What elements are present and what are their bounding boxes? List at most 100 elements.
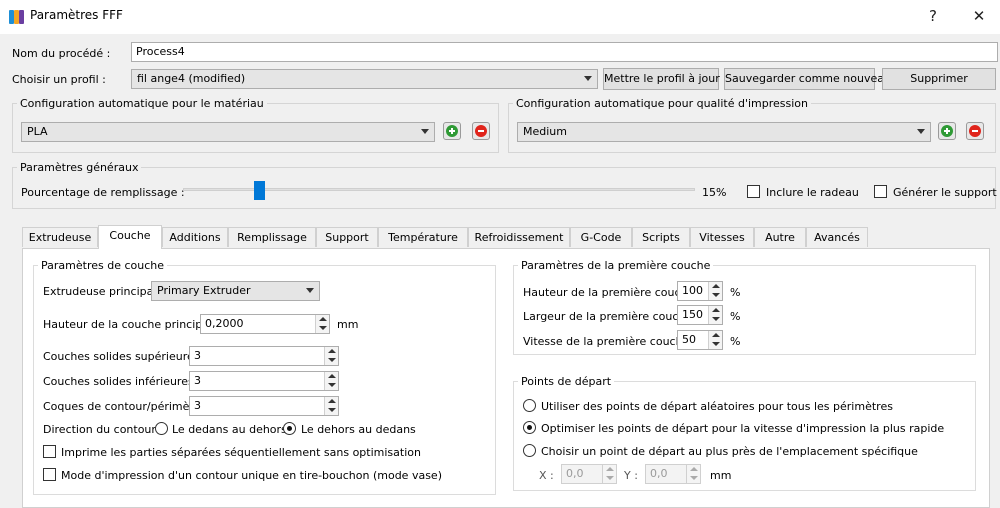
spin-buttons[interactable] (708, 282, 722, 300)
first-speed-spinbox[interactable]: 50 (677, 330, 723, 350)
infill-slider-handle[interactable] (254, 181, 266, 200)
random-start-label: Utiliser des points de départ aléatoires… (541, 400, 893, 413)
spin-down-icon (328, 408, 336, 412)
profile-label: Choisir un profil : (12, 73, 106, 86)
material-selected: PLA (27, 125, 48, 138)
spin-buttons[interactable] (324, 397, 338, 415)
first-width-unit: % (730, 310, 741, 323)
primary-extruder-dropdown[interactable]: Primary Extruder (151, 281, 320, 301)
vase-mode-checkbox[interactable] (43, 468, 56, 481)
spin-buttons[interactable] (324, 372, 338, 390)
tab-extrudeuse[interactable]: Extrudeuse (22, 227, 98, 247)
support-checkbox[interactable] (874, 185, 887, 198)
spin-up-icon (712, 333, 720, 337)
profile-selected: fil ange4 (modified) (137, 72, 246, 85)
help-button[interactable]: ? (910, 0, 956, 32)
tab-couche[interactable]: Couche (98, 225, 162, 249)
spin-buttons[interactable] (708, 306, 722, 324)
first-speed-value: 50 (682, 333, 696, 346)
xy-unit: mm (710, 469, 732, 482)
remove-icon (969, 125, 981, 137)
first-height-spinbox[interactable]: 100 (677, 281, 723, 301)
tab-remplissage[interactable]: Remplissage (228, 227, 316, 247)
tab-scripts[interactable]: Scripts (632, 227, 690, 247)
first-width-value: 150 (682, 308, 703, 321)
tab-gcode[interactable]: G-Code (570, 227, 632, 247)
material-dropdown[interactable]: PLA (21, 122, 435, 142)
profile-dropdown[interactable]: fil ange4 (modified) (131, 69, 598, 89)
perimeter-label: Coques de contour/périmètre (43, 400, 205, 413)
spin-down-icon (606, 476, 614, 480)
add-quality-button[interactable] (938, 122, 956, 140)
process-name-input[interactable]: Process4 (131, 42, 998, 62)
layer-settings-title: Paramètres de couche (38, 259, 167, 272)
quality-auto-title: Configuration automatique pour qualité d… (513, 97, 812, 110)
spin-up-icon (712, 284, 720, 288)
spin-down-icon (712, 293, 720, 297)
spin-buttons[interactable] (324, 347, 338, 365)
perimeter-spinbox[interactable]: 3 (189, 396, 339, 416)
first-layer-title: Paramètres de la première couche (518, 259, 714, 272)
raft-checkbox[interactable] (747, 185, 760, 198)
chevron-down-icon (917, 129, 925, 134)
tab-vitesses[interactable]: Vitesses (690, 227, 754, 247)
sequential-checkbox[interactable] (43, 445, 56, 458)
chevron-down-icon (584, 76, 592, 81)
remove-material-button[interactable] (472, 122, 490, 140)
outside-in-radio[interactable] (283, 422, 296, 435)
first-height-value: 100 (682, 284, 703, 297)
quality-dropdown[interactable]: Medium (517, 122, 931, 142)
bottom-solid-spinbox[interactable]: 3 (189, 371, 339, 391)
add-material-button[interactable] (443, 122, 461, 140)
spin-buttons[interactable] (602, 465, 616, 483)
bottom-solid-value: 3 (194, 374, 201, 387)
general-settings-title: Paramètres généraux (17, 161, 142, 174)
spin-buttons[interactable] (315, 315, 329, 333)
spin-down-icon (328, 358, 336, 362)
x-spinbox[interactable]: 0,0 (561, 464, 617, 484)
optimize-start-radio[interactable] (523, 421, 536, 434)
inside-out-radio[interactable] (155, 422, 168, 435)
spin-up-icon (328, 399, 336, 403)
save-as-new-button[interactable]: Sauvegarder comme nouveau (724, 68, 891, 90)
tab-refroidissement[interactable]: Refroidissement (468, 227, 570, 247)
direction-label: Direction du contour : (43, 423, 164, 436)
y-label: Y : (624, 469, 638, 482)
random-start-radio[interactable] (523, 399, 536, 412)
tab-support[interactable]: Support (316, 227, 378, 247)
chevron-down-icon (421, 129, 429, 134)
tab-autre[interactable]: Autre (754, 227, 806, 247)
spin-up-icon (606, 467, 614, 471)
infill-value: 15% (702, 186, 727, 199)
tab-avances[interactable]: Avancés (806, 227, 868, 247)
primary-height-spinbox[interactable]: 0,2000 (200, 314, 330, 334)
close-icon[interactable]: ✕ (956, 0, 1000, 32)
window-title: Paramètres FFF (30, 8, 123, 22)
spin-down-icon (712, 342, 720, 346)
spin-down-icon (319, 326, 327, 330)
tab-additions[interactable]: Additions (162, 227, 228, 247)
first-speed-label: Vitesse de la première couche (523, 335, 690, 348)
y-spinbox[interactable]: 0,0 (645, 464, 701, 484)
start-points-title: Points de départ (518, 375, 615, 388)
update-profile-button[interactable]: Mettre le profil à jour (603, 68, 720, 90)
top-solid-value: 3 (194, 349, 201, 362)
spin-buttons[interactable] (708, 331, 722, 349)
top-solid-spinbox[interactable]: 3 (189, 346, 339, 366)
spin-up-icon (319, 317, 327, 321)
quality-selected: Medium (523, 125, 567, 138)
spin-buttons[interactable] (686, 465, 700, 483)
first-speed-unit: % (730, 335, 741, 348)
first-width-spinbox[interactable]: 150 (677, 305, 723, 325)
tab-temperature[interactable]: Température (378, 227, 468, 247)
inside-out-label: Le dedans au dehors (172, 423, 287, 436)
primary-height-label: Hauteur de la couche principale (43, 318, 219, 331)
perimeter-value: 3 (194, 399, 201, 412)
process-name-label: Nom du procédé : (12, 47, 111, 60)
add-icon (941, 125, 953, 137)
remove-quality-button[interactable] (966, 122, 984, 140)
specific-start-radio[interactable] (523, 444, 536, 457)
raft-label: Inclure le radeau (766, 186, 859, 199)
material-auto-title: Configuration automatique pour le matéri… (17, 97, 267, 110)
delete-profile-button[interactable]: Supprimer (882, 68, 996, 90)
